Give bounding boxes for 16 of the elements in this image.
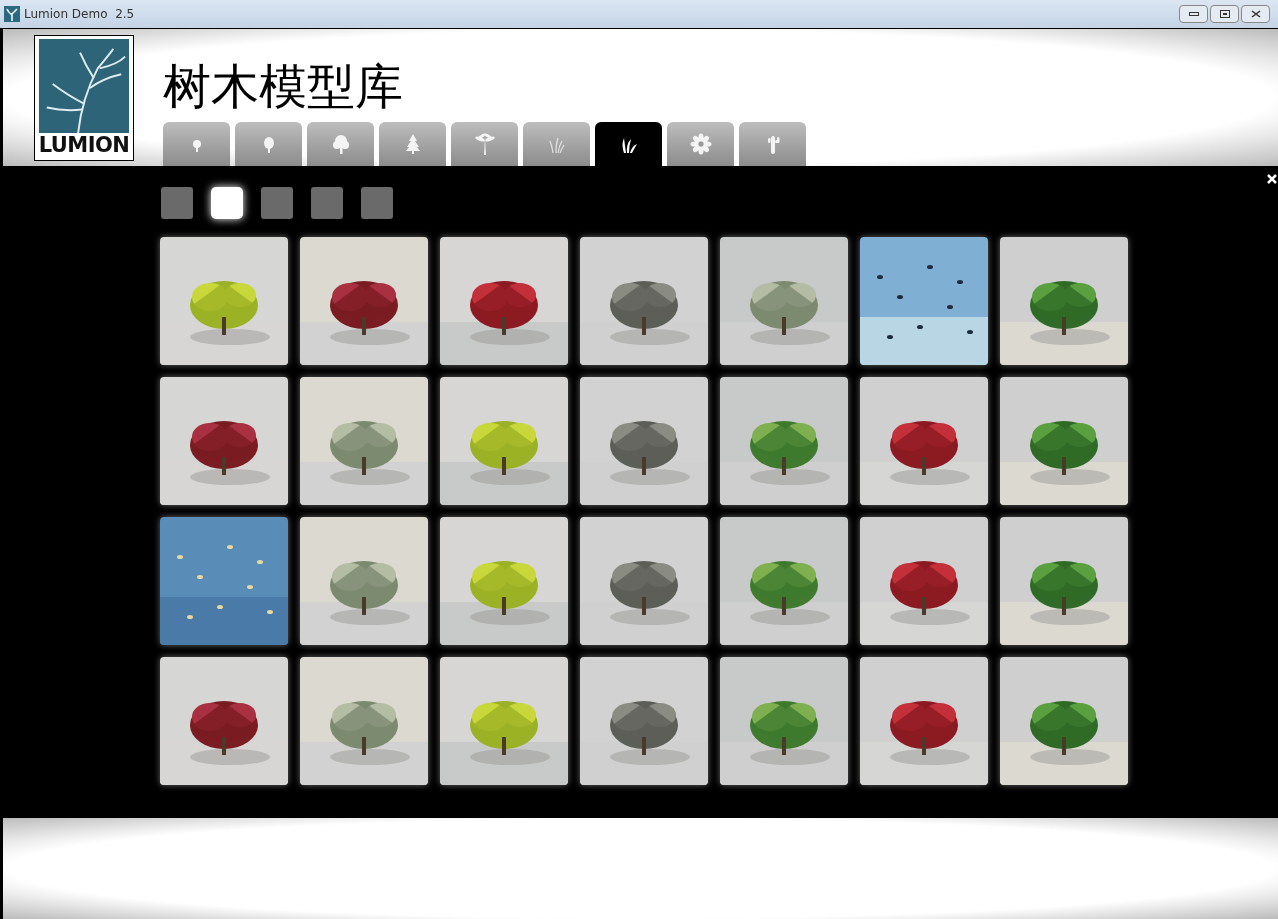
close-icon [1267,174,1277,184]
maximize-icon [1219,10,1230,18]
close-icon [1250,10,1261,18]
window-title: Lumion Demo 2.5 [24,6,135,23]
category-tab[interactable] [595,122,662,166]
sprout-icon [4,6,20,22]
palm-tree-icon [473,132,496,156]
minimize-button[interactable] [1179,5,1208,23]
close-button[interactable] [1241,5,1270,23]
library-title: 树木模型库 [163,58,404,114]
minimize-icon [1188,12,1199,16]
tree-branches-icon [38,39,130,133]
logo-text: LUMION [38,133,130,157]
page-button[interactable] [211,187,243,219]
maximize-button[interactable] [1210,5,1239,23]
flower-icon [689,132,712,156]
